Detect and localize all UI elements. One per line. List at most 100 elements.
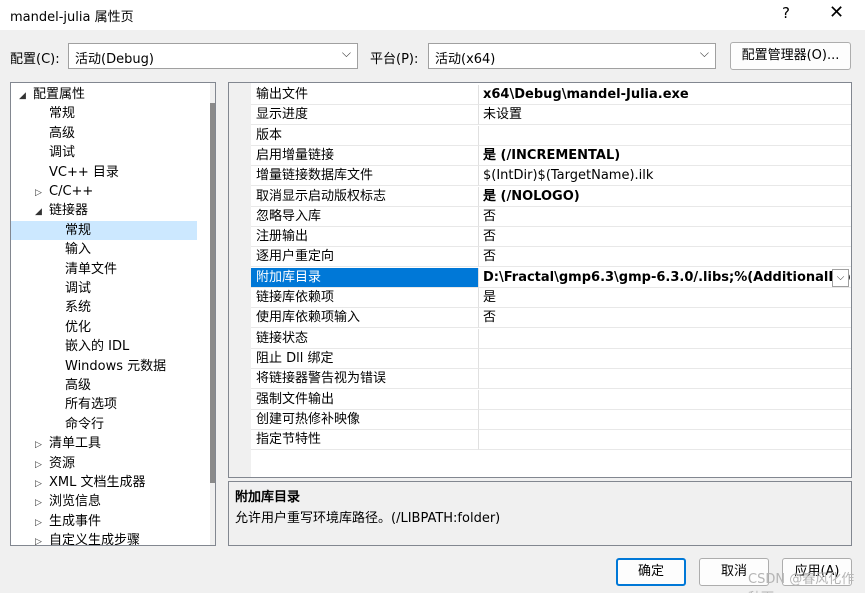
property-value[interactable]: 是 (/NOLOGO)	[479, 187, 851, 207]
config-select[interactable]: 活动(Debug) ⌵	[68, 43, 358, 69]
property-row[interactable]: 创建可热修补映像	[251, 409, 851, 430]
property-row[interactable]: 逐用户重定向否	[251, 247, 851, 268]
tree-scrollbar-thumb[interactable]	[210, 103, 215, 483]
property-name[interactable]: 指定节特性	[251, 430, 479, 451]
property-name[interactable]: 版本	[251, 125, 479, 146]
property-row[interactable]: 增量链接数据库文件 $(IntDir)$(TargetName).ilk	[251, 166, 851, 187]
config-manager-button[interactable]: 配置管理器(O)...	[730, 42, 851, 70]
property-name[interactable]: 注册输出	[251, 227, 479, 248]
collapsed-icon[interactable]: ▷	[35, 184, 49, 203]
collapsed-icon[interactable]: ▷	[35, 456, 49, 475]
tree-item[interactable]: ▷ 浏览信息	[11, 492, 197, 511]
property-row[interactable]: 取消显示启动版权标志是 (/NOLOGO)	[251, 186, 851, 207]
property-name[interactable]: 附加库目录	[251, 267, 479, 288]
property-name[interactable]: 创建可热修补映像	[251, 409, 479, 430]
property-value[interactable]: 未设置	[479, 105, 851, 126]
collapsed-icon[interactable]: ▷	[35, 494, 49, 513]
collapsed-icon[interactable]: ▷	[35, 436, 49, 455]
tree-item[interactable]: Windows 元数据	[11, 357, 197, 376]
property-row[interactable]: 显示进度 未设置	[251, 105, 851, 126]
property-row[interactable]: 链接状态	[251, 328, 851, 349]
property-name[interactable]: 逐用户重定向	[251, 247, 479, 268]
tree-item[interactable]: 所有选项	[11, 395, 197, 414]
expanded-icon[interactable]: ◢	[19, 87, 33, 106]
property-value[interactable]	[479, 349, 851, 369]
tree-item[interactable]: 命令行	[11, 415, 197, 434]
property-value[interactable]: 否	[479, 227, 851, 248]
property-value[interactable]	[479, 390, 851, 410]
property-row[interactable]: 附加库目录 D:\Fractal\gmp6.3\gmp-6.3.0/.libs;%…	[251, 267, 851, 288]
tree-scrollbar[interactable]	[210, 83, 215, 545]
dropdown-arrow-icon[interactable]: ⌵	[832, 268, 849, 287]
property-value[interactable]: x64\Debug\mandel-Julia.exe	[479, 85, 851, 105]
tree-item-label: 命令行	[65, 416, 105, 432]
ok-button[interactable]: 确定	[616, 558, 686, 586]
property-row[interactable]: 链接库依赖项是	[251, 288, 851, 308]
chevron-down-icon: ⌵	[699, 46, 709, 60]
property-value[interactable]: 是	[479, 288, 851, 308]
property-row[interactable]: 指定节特性	[251, 430, 851, 451]
property-row[interactable]: 版本	[251, 125, 851, 146]
tree-item[interactable]: 高级	[11, 124, 197, 143]
collapsed-icon[interactable]: ▷	[35, 533, 49, 545]
property-row[interactable]: 启用增量链接是 (/INCREMENTAL)	[251, 145, 851, 166]
property-value[interactable]	[479, 430, 851, 451]
tree-item[interactable]: ◢ 链接器	[11, 201, 197, 220]
tree-item[interactable]: 清单文件	[11, 260, 197, 279]
property-value[interactable]	[479, 126, 851, 146]
property-name[interactable]: 输出文件	[251, 85, 479, 105]
tree-item[interactable]: 调试	[11, 143, 197, 162]
help-icon[interactable]: ?	[782, 4, 790, 22]
tree-item[interactable]: ▷ XML 文档生成器	[11, 473, 197, 492]
property-value[interactable]: 是 (/INCREMENTAL)	[479, 146, 851, 166]
close-icon[interactable]: ✕	[829, 2, 844, 23]
property-row[interactable]: 使用库依赖项输入否	[251, 308, 851, 329]
property-value[interactable]	[479, 329, 851, 349]
tree-item[interactable]: ▷ 生成事件	[11, 512, 197, 531]
property-name[interactable]: 链接库依赖项	[251, 288, 479, 308]
property-row[interactable]: 注册输出否	[251, 227, 851, 248]
collapsed-icon[interactable]: ▷	[35, 475, 49, 494]
tree-item[interactable]: 优化	[11, 318, 197, 337]
property-name[interactable]: 链接状态	[251, 328, 479, 349]
property-row[interactable]: 输出文件 x64\Debug\mandel-Julia.exe	[251, 85, 851, 105]
collapsed-icon[interactable]: ▷	[35, 514, 49, 533]
expanded-icon[interactable]: ◢	[35, 203, 49, 222]
property-name[interactable]: 使用库依赖项输入	[251, 308, 479, 329]
tree-item[interactable]: ▷ 自定义生成步骤	[11, 531, 197, 545]
property-tree[interactable]: ◢ 配置属性 常规 高级 调试 VC++ 目录 ▷ C/C++ ◢ 链接器 常规 输入 清单文件 调试 系统…	[10, 82, 216, 546]
property-name[interactable]: 启用增量链接	[251, 145, 479, 166]
property-value[interactable]: $(IntDir)$(TargetName).ilk	[479, 166, 851, 187]
tree-item[interactable]: 高级	[11, 376, 197, 395]
property-name[interactable]: 增量链接数据库文件	[251, 166, 479, 187]
tree-item[interactable]: 常规	[11, 104, 197, 123]
tree-item[interactable]: 系统	[11, 298, 197, 317]
property-name[interactable]: 取消显示启动版权标志	[251, 186, 479, 207]
property-name[interactable]: 将链接器警告视为错误	[251, 369, 479, 390]
property-value[interactable]: D:\Fractal\gmp6.3\gmp-6.3.0/.libs;%(Addi…	[479, 268, 851, 288]
tree-item[interactable]: ▷ 清单工具	[11, 434, 197, 453]
property-name[interactable]: 忽略导入库	[251, 206, 479, 227]
property-value[interactable]	[479, 410, 851, 430]
property-name[interactable]: 强制文件输出	[251, 389, 479, 410]
tree-item[interactable]: 调试	[11, 279, 197, 298]
platform-select[interactable]: 活动(x64) ⌵	[428, 43, 716, 69]
tree-item[interactable]: ▷ 资源	[11, 454, 197, 473]
property-row[interactable]: 忽略导入库否	[251, 206, 851, 227]
property-row[interactable]: 将链接器警告视为错误	[251, 369, 851, 390]
property-value[interactable]	[479, 369, 851, 390]
property-value[interactable]: 否	[479, 247, 851, 268]
property-row[interactable]: 强制文件输出	[251, 389, 851, 410]
tree-item[interactable]: 嵌入的 IDL	[11, 337, 197, 356]
property-name[interactable]: 阻止 Dll 绑定	[251, 348, 479, 369]
tree-item[interactable]: ▷ C/C++	[11, 182, 197, 201]
tree-item-label: VC++ 目录	[49, 164, 119, 180]
tree-item[interactable]: ◢ 配置属性	[11, 85, 197, 104]
property-row[interactable]: 阻止 Dll 绑定	[251, 348, 851, 369]
tree-item[interactable]: VC++ 目录	[11, 163, 197, 182]
tree-item[interactable]: 输入	[11, 240, 197, 259]
tree-item[interactable]: 常规	[11, 220, 197, 240]
property-value[interactable]: 否	[479, 207, 851, 227]
property-value[interactable]: 否	[479, 308, 851, 329]
property-name[interactable]: 显示进度	[251, 105, 479, 126]
